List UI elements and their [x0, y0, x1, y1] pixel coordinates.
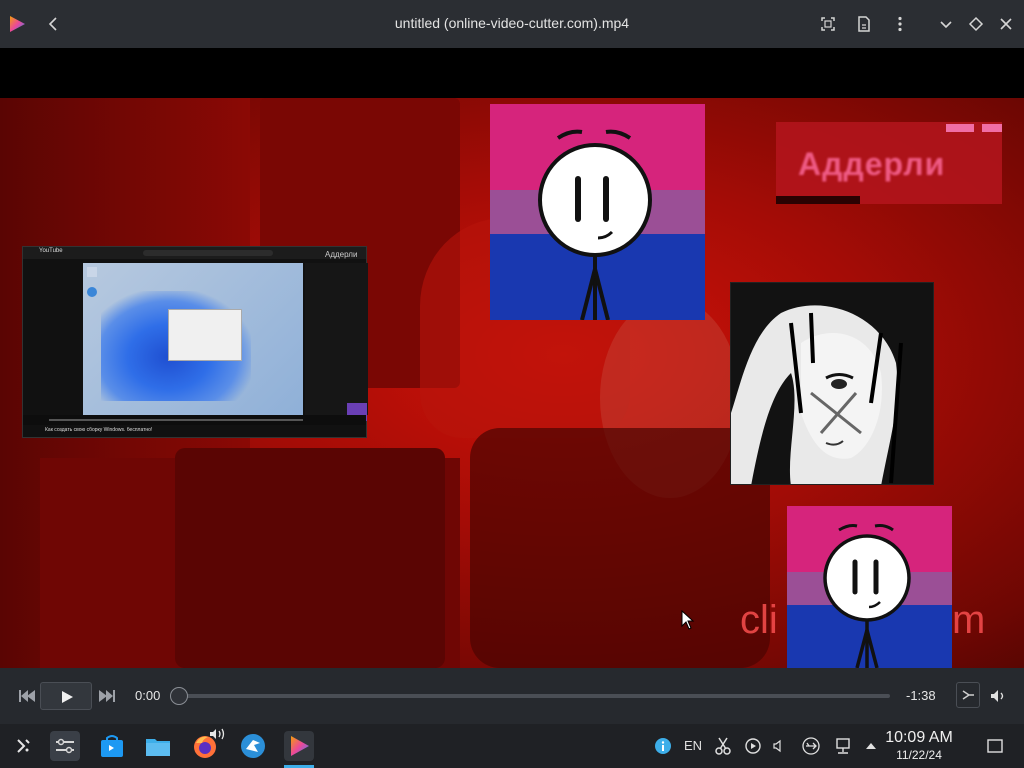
fit-screen-icon[interactable] [816, 12, 840, 36]
clock[interactable]: 10:09 AM 11/22/24 [874, 729, 964, 763]
pip-caption: Как создать свою сборку Windows. бесплат… [45, 427, 153, 433]
remaining-time: -1:38 [906, 688, 936, 703]
info-icon[interactable] [652, 736, 674, 756]
file-manager-icon[interactable] [143, 731, 173, 761]
app-launcher-icon[interactable] [8, 731, 38, 761]
overlay-name-text: Аддерли [798, 146, 946, 182]
scissors-icon[interactable] [712, 736, 734, 756]
media-player-taskbar-icon[interactable] [284, 731, 314, 761]
close-icon[interactable] [994, 12, 1018, 36]
flag-sticker-1 [490, 104, 705, 320]
show-desktop-icon[interactable] [984, 736, 1006, 756]
current-time: 0:00 [135, 688, 161, 703]
flag-sticker-2 [787, 506, 952, 668]
skip-next-icon[interactable] [96, 684, 118, 708]
video-viewport[interactable]: Аддерли cli m YouTube Как создать свою с… [0, 48, 1024, 668]
video-frame: Аддерли cli m YouTube Как создать свою с… [0, 98, 1024, 668]
chevron-down-icon[interactable] [934, 12, 958, 36]
diamond-icon[interactable] [964, 12, 988, 36]
network-icon[interactable] [832, 736, 854, 756]
volume-tray-icon[interactable] [768, 736, 790, 756]
pip-channel: YouTube [39, 248, 63, 254]
seek-bar[interactable] [178, 694, 890, 698]
seek-handle[interactable] [170, 687, 188, 705]
play-button[interactable] [40, 682, 92, 710]
skip-previous-icon[interactable] [16, 684, 38, 708]
clock-date: 11/22/24 [896, 748, 942, 762]
speed-button[interactable] [956, 682, 980, 708]
usb-icon[interactable] [800, 736, 822, 756]
taskbar: EN 10:09 AM 11/22/24 [0, 724, 1024, 768]
manga-portrait-image [730, 282, 934, 485]
clock-time: 10:09 AM [885, 729, 953, 746]
watermark-right: m [952, 598, 986, 642]
playback-controls: 0:00 -1:38 [0, 668, 1024, 724]
browser-app-icon[interactable] [238, 731, 268, 761]
audio-playing-icon [208, 726, 228, 742]
title-bar: untitled (online-video-cutter.com).mp4 [0, 0, 1024, 48]
pip-overlay-name: Аддерли [325, 250, 358, 259]
pip-screenshot: YouTube Как создать свою сборку Windows.… [22, 246, 368, 438]
kebab-menu-icon[interactable] [888, 12, 912, 36]
volume-icon[interactable] [988, 684, 1008, 708]
media-control-icon[interactable] [742, 736, 764, 756]
playlist-icon[interactable] [852, 12, 876, 36]
watermark-left: cli [740, 598, 778, 642]
system-settings-icon[interactable] [50, 731, 80, 761]
mouse-cursor-icon [681, 610, 695, 630]
keyboard-layout[interactable]: EN [682, 736, 704, 756]
discover-store-icon[interactable] [97, 731, 127, 761]
